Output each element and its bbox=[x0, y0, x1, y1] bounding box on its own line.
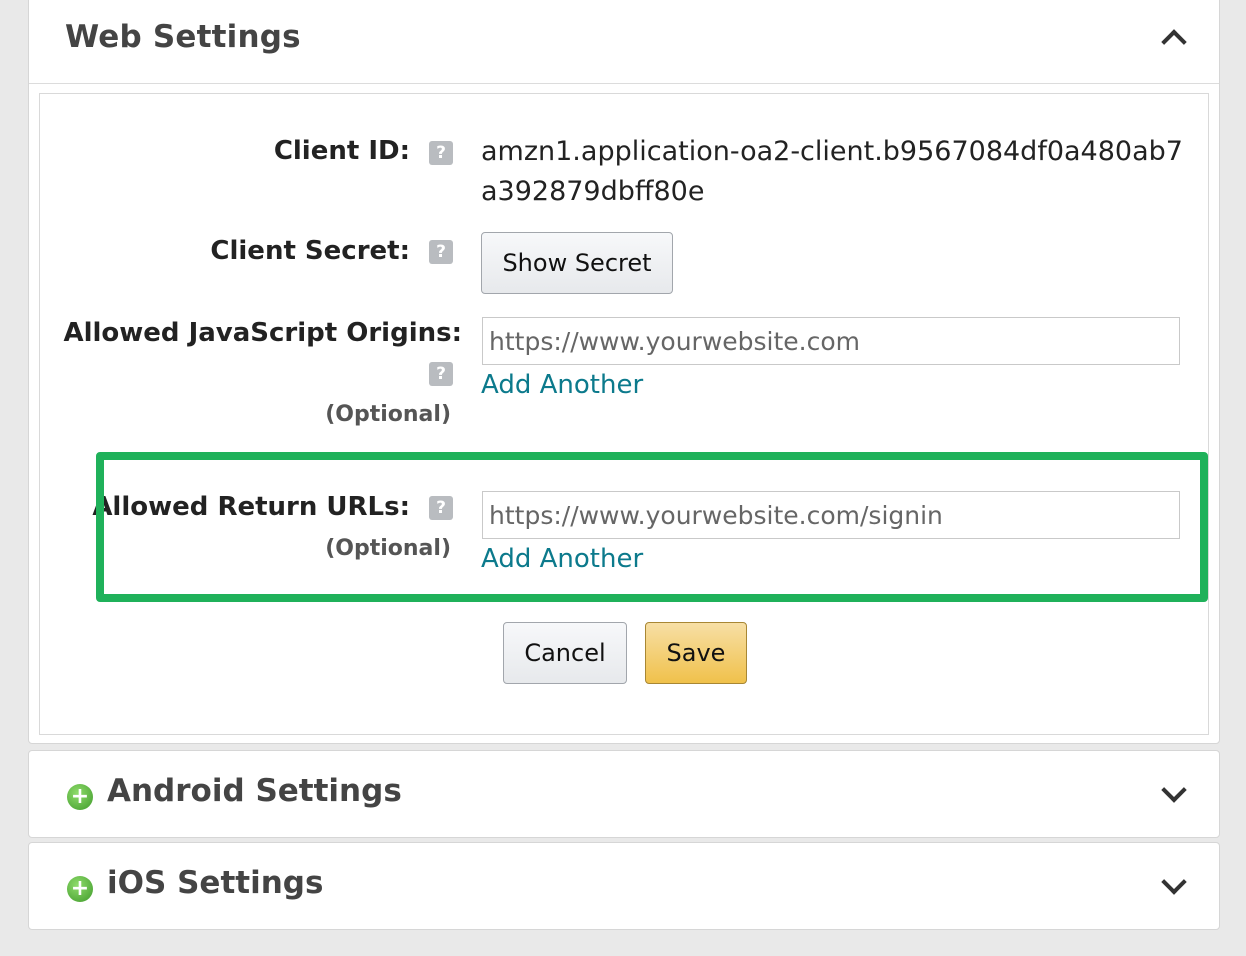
show-secret-button[interactable]: Show Secret bbox=[481, 232, 673, 294]
chevron-down-icon[interactable] bbox=[1161, 869, 1187, 895]
android-settings-panel[interactable]: + Android Settings bbox=[28, 750, 1220, 838]
expand-plus-icon: + bbox=[67, 876, 93, 902]
return-urls-highlight bbox=[96, 452, 1208, 602]
js-origins-label: Allowed JavaScript Origins: bbox=[63, 318, 462, 348]
js-origins-add-another-link[interactable]: Add Another bbox=[481, 370, 643, 400]
help-icon[interactable]: ? bbox=[429, 362, 453, 386]
expand-plus-icon: + bbox=[67, 784, 93, 810]
web-settings-header[interactable]: Web Settings bbox=[29, 0, 1219, 84]
web-settings-panel: Web Settings Client ID: ? amzn1.applicat… bbox=[28, 0, 1220, 744]
ios-settings-title: iOS Settings bbox=[107, 865, 324, 901]
chevron-down-icon[interactable] bbox=[1161, 777, 1187, 803]
help-icon[interactable]: ? bbox=[429, 240, 453, 264]
client-id-label: Client ID: bbox=[273, 136, 410, 166]
web-settings-title: Web Settings bbox=[65, 19, 301, 55]
js-origins-optional: (Optional) bbox=[325, 402, 451, 427]
js-origins-input[interactable] bbox=[482, 317, 1180, 365]
client-id-value: amzn1.application-oa2-client.b9567084df0… bbox=[481, 136, 1183, 207]
save-button[interactable]: Save bbox=[645, 622, 747, 684]
web-settings-form: Client ID: ? amzn1.application-oa2-clien… bbox=[39, 93, 1209, 735]
client-secret-label: Client Secret: bbox=[210, 236, 410, 266]
chevron-up-icon[interactable] bbox=[1161, 29, 1187, 55]
ios-settings-panel[interactable]: + iOS Settings bbox=[28, 842, 1220, 930]
help-icon[interactable]: ? bbox=[429, 141, 453, 165]
android-settings-title: Android Settings bbox=[107, 773, 402, 809]
cancel-button[interactable]: Cancel bbox=[503, 622, 627, 684]
